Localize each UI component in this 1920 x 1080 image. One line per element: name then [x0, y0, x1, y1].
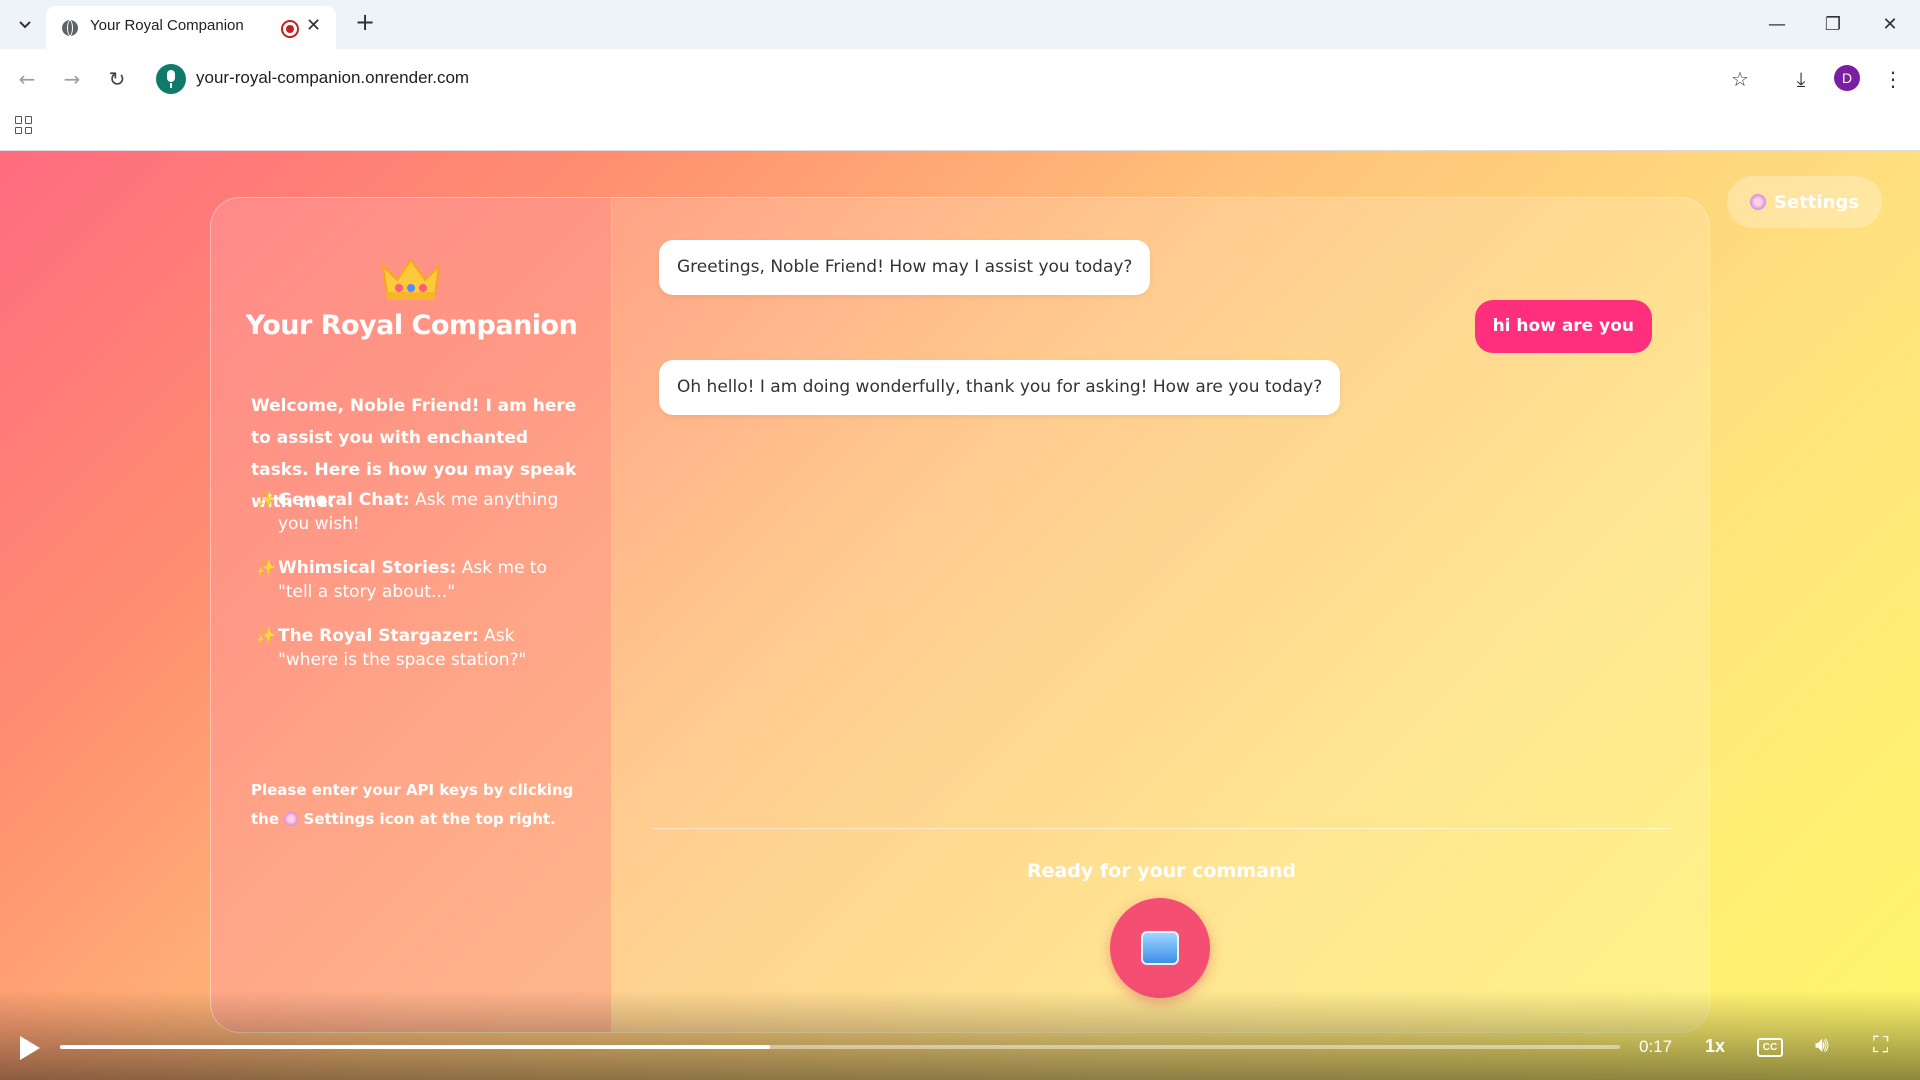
- download-icon[interactable]: ⤓: [1787, 65, 1815, 93]
- volume-icon[interactable]: 🔊︎: [1815, 1033, 1829, 1058]
- close-window-button[interactable]: ✕: [1875, 10, 1905, 40]
- restore-button[interactable]: ❐: [1818, 10, 1848, 40]
- chat-panel: Greetings, Noble Friend! How may I assis…: [612, 198, 1709, 1032]
- globe-icon: [62, 20, 78, 36]
- new-tab-button[interactable]: +: [355, 8, 375, 36]
- app-title: Your Royal Companion: [245, 310, 578, 341]
- feature-item: ✨ General Chat: Ask me anything you wish…: [256, 488, 576, 536]
- feature-item: ✨ The Royal Stargazer: Ask "where is the…: [256, 624, 576, 672]
- video-time: 0:17: [1639, 1037, 1673, 1056]
- video-progress-fill: [60, 1045, 770, 1049]
- bot-message: Oh hello! I am doing wonderfully, thank …: [659, 360, 1341, 415]
- bot-message: Greetings, Noble Friend! How may I assis…: [659, 240, 1151, 295]
- tab-title: Your Royal Companion: [90, 17, 244, 34]
- forward-button[interactable]: →: [58, 65, 86, 93]
- browser-tab[interactable]: Your Royal Companion ✕: [46, 6, 336, 49]
- profile-avatar[interactable]: D: [1834, 65, 1860, 91]
- gear-icon: [284, 812, 299, 826]
- tab-search-button[interactable]: [12, 12, 38, 38]
- apps-grid-icon[interactable]: [15, 116, 33, 134]
- more-menu-icon[interactable]: ⋮: [1879, 65, 1907, 93]
- sparkle-icon: ✨: [256, 626, 276, 645]
- status-text: Ready for your command: [1026, 860, 1297, 882]
- settings-button[interactable]: Settings: [1727, 176, 1882, 228]
- bookmark-star-icon[interactable]: ☆: [1726, 65, 1754, 93]
- playback-speed-button[interactable]: 1x: [1705, 1036, 1725, 1057]
- video-controls: [0, 990, 1920, 1080]
- play-icon[interactable]: [20, 1036, 40, 1060]
- note-settings-word: Settings: [303, 810, 375, 828]
- address-bar[interactable]: your-royal-companion.onrender.com: [152, 60, 1702, 98]
- feature-name: The Royal Stargazer:: [278, 626, 479, 646]
- page-background: Settings Your Royal Companion Welcome, N…: [0, 151, 1920, 1080]
- microphone-icon: [1141, 931, 1179, 965]
- bookmarks-bar: [0, 107, 1920, 151]
- captions-button[interactable]: CC: [1757, 1038, 1783, 1057]
- reload-button[interactable]: ↻: [103, 65, 131, 93]
- minimize-button[interactable]: —: [1762, 10, 1792, 40]
- gear-icon: [1750, 194, 1767, 210]
- crown-icon: [381, 258, 441, 300]
- settings-label: Settings: [1774, 191, 1859, 213]
- close-tab-icon[interactable]: ✕: [306, 15, 321, 36]
- fullscreen-icon[interactable]: ⛶: [1873, 1033, 1888, 1058]
- recording-icon: [281, 20, 299, 38]
- chevron-down-icon: [19, 21, 31, 29]
- back-button[interactable]: ←: [13, 65, 41, 93]
- note-text-after: icon at the top right.: [379, 810, 556, 828]
- browser-toolbar: ← → ↻ your-royal-companion.onrender.com …: [0, 49, 1920, 107]
- browser-tab-bar: Your Royal Companion ✕ + — ❐ ✕: [0, 0, 1920, 49]
- url-text: your-royal-companion.onrender.com: [196, 68, 470, 87]
- microphone-button[interactable]: [1110, 898, 1210, 998]
- video-progress-bar[interactable]: [60, 1045, 1620, 1049]
- sparkle-icon: ✨: [256, 558, 276, 577]
- feature-name: General Chat:: [278, 490, 410, 510]
- sparkle-icon: ✨: [256, 490, 276, 509]
- feature-item: ✨ Whimsical Stories: Ask me to "tell a s…: [256, 556, 576, 604]
- api-key-note: Please enter your API keys by clicking t…: [251, 776, 581, 834]
- sidebar: Your Royal Companion Welcome, Noble Frie…: [211, 198, 612, 1032]
- microphone-site-icon[interactable]: [156, 64, 186, 94]
- feature-name: Whimsical Stories:: [278, 558, 457, 578]
- user-message: hi how are you: [1474, 300, 1652, 353]
- app-card: Your Royal Companion Welcome, Noble Frie…: [210, 197, 1710, 1033]
- input-divider: [652, 828, 1672, 829]
